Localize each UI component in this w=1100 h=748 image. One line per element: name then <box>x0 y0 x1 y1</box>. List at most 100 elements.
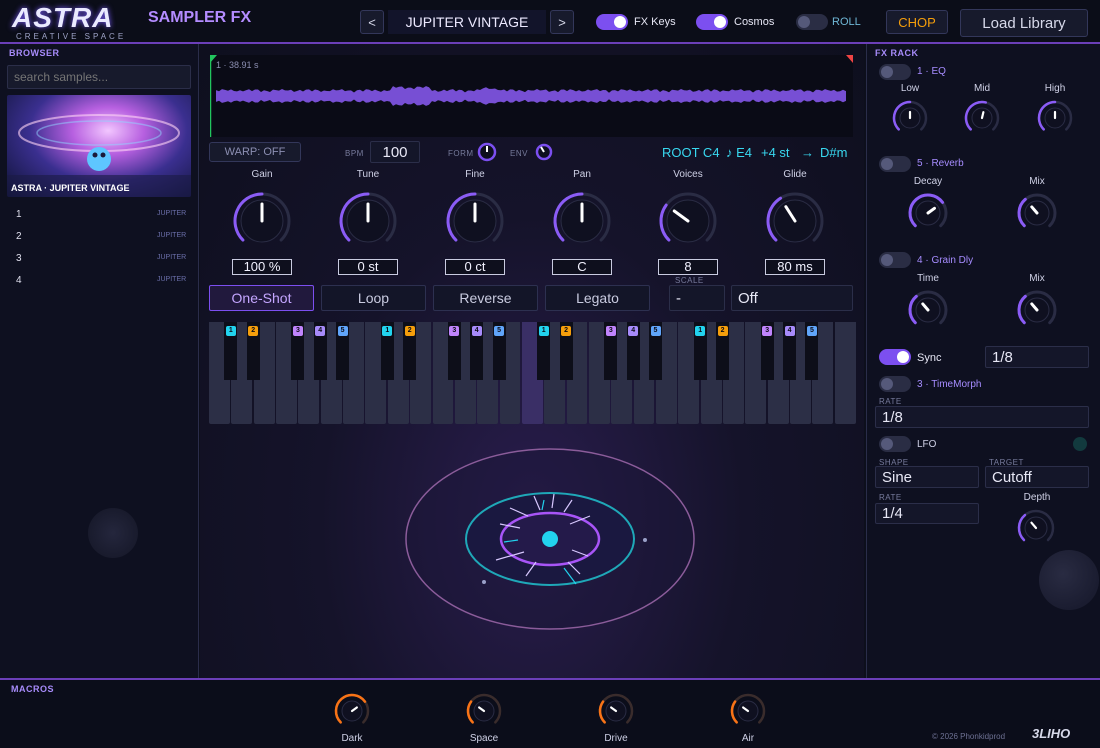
key-badge: 2 <box>248 326 259 336</box>
cosmos-orbit-visualizer[interactable] <box>400 444 700 634</box>
macros-bar: MACROS Dark Space Drive Air © 2026 Phonkidp… <box>0 678 1100 748</box>
knob-label-3: Pan <box>573 169 591 180</box>
list-item[interactable]: 1 <box>16 209 22 220</box>
macro-label-dark: Dark <box>341 733 363 744</box>
app-title: SAMPLER FX <box>148 9 252 26</box>
grain-label-mix: Mix <box>1029 273 1045 284</box>
lfo-depth-knob[interactable] <box>1016 508 1056 548</box>
knob-value-fine[interactable]: 0 ct <box>445 259 505 275</box>
bpm-field[interactable]: 100 <box>370 141 420 163</box>
eq-title: 1 · EQ <box>917 66 946 77</box>
knob-label-4: Voices <box>673 169 703 180</box>
list-item[interactable]: 4 <box>16 275 22 286</box>
logo-title: ASTRA <box>12 2 114 33</box>
lfo-rate-label: RATE <box>879 493 902 502</box>
lfo-rate-select[interactable]: 1/4 <box>875 503 979 524</box>
preset-artwork: ASTRA · JUPITER VINTAGE <box>7 95 191 197</box>
fx-rack-title: FX RACK <box>875 48 919 58</box>
eq-mid-knob[interactable] <box>963 99 1001 137</box>
knob-gain[interactable] <box>232 191 292 251</box>
key-badge: 3 <box>762 326 773 336</box>
loop-button[interactable]: Loop <box>321 285 426 311</box>
key-badge: 2 <box>404 326 415 336</box>
grain-label-time: Time <box>917 273 939 284</box>
eq-label-mid: Mid <box>973 83 991 94</box>
key-badge: 3 <box>449 326 460 336</box>
search-input[interactable] <box>7 65 191 89</box>
knob-fine[interactable] <box>445 191 505 251</box>
preview-caption: ASTRA · JUPITER VINTAGE <box>11 183 130 193</box>
white-key[interactable] <box>834 322 856 424</box>
sync-toggle[interactable] <box>879 349 911 365</box>
fx-keys-label: FX Keys <box>634 16 676 28</box>
sampler-main-panel: 1 · 38.91 s WARP: OFF BPM 100 FORM ENV R… <box>200 44 864 678</box>
knob-value-glide[interactable]: 80 ms <box>765 259 825 275</box>
knob-label-0: Gain <box>251 169 273 180</box>
macro-space-knob[interactable] <box>465 692 503 730</box>
cosmos-toggle[interactable] <box>696 14 728 30</box>
eq-high-knob[interactable] <box>1036 99 1074 137</box>
next-preset-button[interactable]: > <box>550 10 574 34</box>
key-badge: 1 <box>695 326 706 336</box>
warp-button[interactable]: WARP: OFF <box>209 142 301 162</box>
prev-preset-button[interactable]: < <box>360 10 384 34</box>
chop-button[interactable]: CHOP <box>886 10 948 34</box>
lfo-shape-select[interactable]: Sine <box>875 466 979 488</box>
key-badge: 1 <box>225 326 236 336</box>
scale-mode-select[interactable]: Off <box>731 285 853 311</box>
one-shot-button[interactable]: One-Shot <box>209 285 314 311</box>
sync-rate-select[interactable]: 1/8 <box>985 346 1089 368</box>
waveform-display[interactable]: 1 · 38.91 s <box>209 55 853 137</box>
key-badge: 5 <box>806 326 817 336</box>
macro-label-air: Air <box>741 733 755 744</box>
key-badge: 2 <box>717 326 728 336</box>
lfo-toggle[interactable] <box>879 436 911 452</box>
timemorph-rate-select[interactable]: 1/8 <box>875 406 1089 428</box>
reverb-title: 5 · Reverb <box>917 158 964 169</box>
timemorph-rate-label: RATE <box>879 397 902 406</box>
scale-root-select[interactable]: - <box>669 285 725 311</box>
grain-delay-toggle[interactable] <box>879 252 911 268</box>
reverb-toggle[interactable] <box>879 156 911 172</box>
load-library-button[interactable]: Load Library <box>960 9 1088 37</box>
macro-air-knob[interactable] <box>729 692 767 730</box>
list-item-tag: JUPITER <box>157 232 187 239</box>
legato-button[interactable]: Legato <box>545 285 650 311</box>
grain-delay-title: 4 · Grain Dly <box>917 255 974 266</box>
waveform-info: 1 · 38.91 s <box>216 60 259 70</box>
grain-mix-knob[interactable] <box>1016 289 1058 331</box>
reverb-mix-knob[interactable] <box>1016 192 1058 234</box>
fx-keys-toggle[interactable] <box>596 14 628 30</box>
env-knob[interactable] <box>533 141 555 163</box>
key-badge: 2 <box>561 326 572 336</box>
form-knob[interactable] <box>476 141 498 163</box>
roll-toggle[interactable] <box>796 14 828 30</box>
knob-value-pan[interactable]: C <box>552 259 612 275</box>
list-item[interactable]: 2 <box>16 231 22 242</box>
macro-dark-knob[interactable] <box>333 692 371 730</box>
macros-title: MACROS <box>11 684 54 694</box>
reverb-decay-knob[interactable] <box>907 192 949 234</box>
waveform-svg <box>209 55 853 137</box>
target-note: ♪ E4 <box>726 145 753 160</box>
knob-glide[interactable] <box>765 191 825 251</box>
timemorph-toggle[interactable] <box>879 376 911 392</box>
knob-value-gain[interactable]: 100 % <box>232 259 292 275</box>
knob-voices[interactable] <box>658 191 718 251</box>
reverse-button[interactable]: Reverse <box>433 285 538 311</box>
knob-tune[interactable] <box>338 191 398 251</box>
knob-pan[interactable] <box>552 191 612 251</box>
lfo-depth-label: Depth <box>1023 492 1051 503</box>
grain-time-knob[interactable] <box>907 289 949 331</box>
knob-value-voices[interactable]: 8 <box>658 259 718 275</box>
key-badge: 4 <box>315 326 326 336</box>
semitone-shift: +4 st <box>761 145 790 160</box>
eq-toggle[interactable] <box>879 64 911 80</box>
macro-drive-knob[interactable] <box>597 692 635 730</box>
list-item[interactable]: 3 <box>16 253 22 264</box>
timemorph-title: 3 · TimeMorph <box>917 379 982 390</box>
eq-low-knob[interactable] <box>891 99 929 137</box>
knob-label-2: Fine <box>465 169 485 180</box>
knob-value-tune[interactable]: 0 st <box>338 259 398 275</box>
lfo-target-select[interactable]: Cutoff <box>985 466 1089 488</box>
